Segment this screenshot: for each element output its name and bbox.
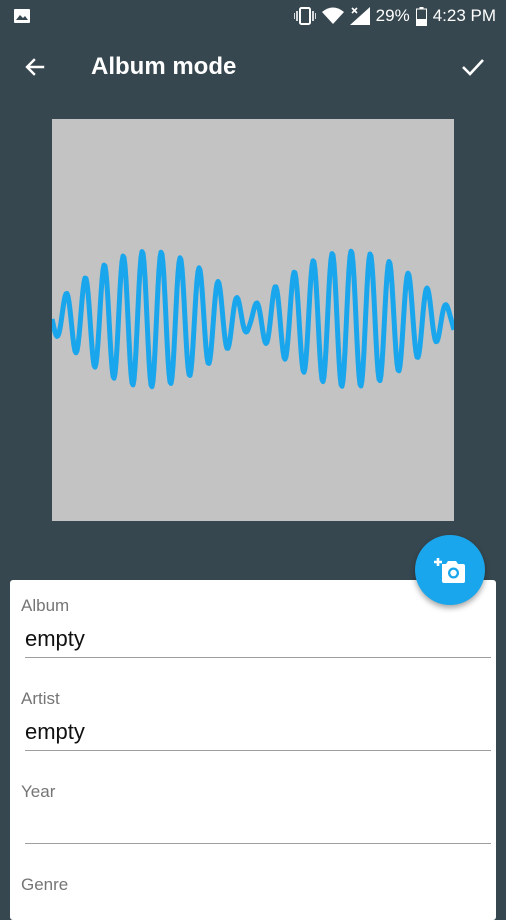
- page-title: Album mode: [91, 53, 237, 80]
- album-label: Album: [21, 596, 70, 615]
- vibrate-icon: [293, 7, 316, 25]
- year-label: Year: [21, 782, 56, 801]
- status-bar: 29% 4:23 PM: [0, 0, 506, 32]
- app-bar: Album mode: [0, 32, 506, 102]
- genre-label: Genre: [21, 875, 69, 894]
- clock: 4:23 PM: [432, 6, 496, 25]
- waveform-path: [49, 248, 457, 390]
- year-field[interactable]: Year: [21, 782, 491, 844]
- battery-icon: [415, 6, 427, 26]
- change-cover-button[interactable]: [415, 535, 485, 605]
- artist-underline: [25, 750, 491, 751]
- confirm-button[interactable]: [452, 46, 494, 88]
- album-underline: [25, 657, 491, 658]
- tag-form-card: Album empty Artist empty Year Genre: [10, 580, 496, 920]
- year-underline: [25, 843, 491, 844]
- signal-icon: [349, 7, 370, 25]
- album-input[interactable]: empty: [25, 626, 85, 652]
- artist-input[interactable]: empty: [25, 719, 85, 745]
- wifi-icon: [321, 7, 344, 25]
- arrow-back-icon: [25, 58, 45, 76]
- artist-label: Artist: [21, 689, 60, 708]
- image-notification-icon: [14, 8, 30, 28]
- back-button[interactable]: [14, 46, 56, 88]
- album-field[interactable]: Album empty: [21, 596, 491, 658]
- album-art[interactable]: [49, 119, 457, 521]
- battery-percent: 29%: [375, 6, 410, 25]
- artist-field[interactable]: Artist empty: [21, 689, 491, 751]
- add-photo-icon: [434, 558, 465, 583]
- waveform-graphic: [49, 248, 457, 390]
- check-icon: [462, 59, 484, 76]
- genre-field[interactable]: Genre: [21, 875, 491, 895]
